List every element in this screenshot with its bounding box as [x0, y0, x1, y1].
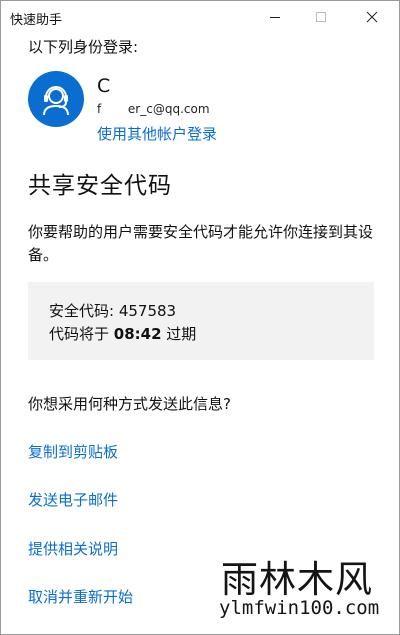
- maximize-icon: [316, 12, 326, 22]
- send-method-question: 你想采用何种方式发送此信息?: [28, 395, 231, 413]
- security-code-label: 安全代码:: [49, 302, 119, 320]
- avatar: [28, 71, 84, 127]
- other-account-link[interactable]: 使用其他帐户登录: [97, 123, 217, 144]
- copy-to-clipboard-link[interactable]: 复制到剪贴板: [28, 441, 118, 462]
- maximize-button[interactable]: [298, 1, 344, 33]
- headset-support-icon: [43, 86, 69, 116]
- quick-assist-window: 快速助手 以下列身份登录: C f er_c@qq.com 使用其他帐户登录 共…: [0, 0, 400, 635]
- user-name: C: [97, 75, 111, 97]
- provide-instructions-link[interactable]: 提供相关说明: [28, 538, 118, 559]
- watermark: 雨林木风 ylmfwin100.com: [219, 549, 399, 629]
- share-code-description: 你要帮助的用户需要安全代码才能允许你连接到其设备。: [28, 223, 374, 264]
- watermark-brand: 雨林木风: [221, 558, 373, 601]
- title-bar[interactable]: 快速助手: [1, 1, 399, 33]
- minimize-icon: [270, 17, 280, 18]
- expiry-prefix: 代码将于: [49, 325, 114, 343]
- app-title: 快速助手: [10, 13, 63, 28]
- minimize-button[interactable]: [252, 1, 298, 33]
- user-email: f er_c@qq.com: [97, 102, 210, 116]
- security-code-line: 安全代码: 457583: [49, 300, 176, 321]
- watermark-url: ylmfwin100.com: [219, 597, 380, 619]
- expiry-suffix: 过期: [161, 325, 197, 343]
- share-code-heading: 共享安全代码: [28, 173, 172, 199]
- code-expiry-line: 代码将于 08:42 过期: [49, 323, 196, 344]
- security-code-panel: 安全代码: 457583 代码将于 08:42 过期: [28, 282, 374, 360]
- close-button[interactable]: [349, 1, 395, 33]
- close-icon: [366, 11, 378, 23]
- signin-title: 以下列身份登录:: [28, 38, 139, 56]
- send-email-link[interactable]: 发送电子邮件: [28, 489, 118, 510]
- expiry-time: 08:42: [113, 325, 162, 343]
- security-code-value: 457583: [118, 302, 177, 320]
- cancel-and-restart-link[interactable]: 取消并重新开始: [28, 586, 133, 607]
